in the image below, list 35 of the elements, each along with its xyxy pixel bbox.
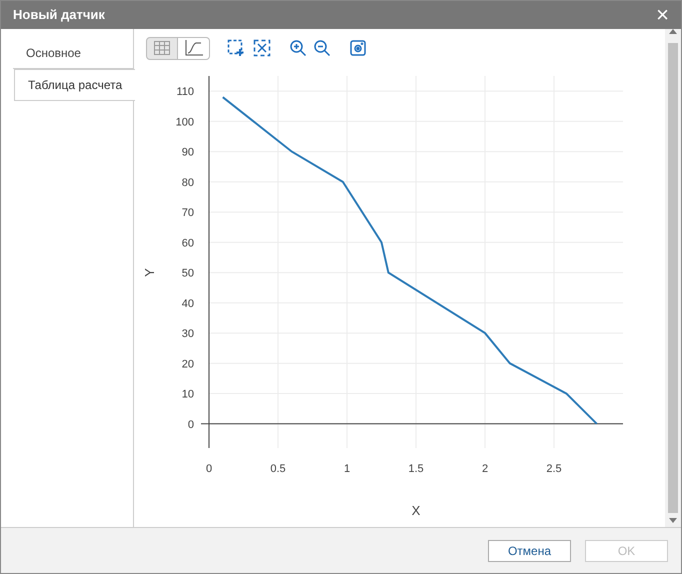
side-tab[interactable]: Таблица расчета	[14, 69, 135, 101]
close-button[interactable]: ×	[656, 4, 669, 26]
down-arrow-icon	[669, 518, 677, 522]
y-tick-label: 40	[182, 298, 194, 310]
x-tick-label: 2.5	[546, 463, 562, 475]
x-tick-label: 0	[206, 463, 212, 475]
zoom-in-icon[interactable]	[288, 38, 308, 58]
x-tick-label: 2	[482, 463, 488, 475]
scroll-thumb[interactable]	[668, 43, 678, 513]
x-axis-title: X	[412, 503, 420, 518]
cancel-button[interactable]: Отмена	[488, 540, 571, 562]
scrollbar[interactable]	[665, 29, 681, 527]
y-tick-label: 10	[182, 388, 194, 401]
x-tick-label: 1	[344, 463, 350, 475]
y-axis-title: Y	[142, 268, 157, 277]
y-tick-label: 60	[182, 237, 194, 250]
y-tick-label: 100	[176, 116, 194, 128]
autoscale-icon[interactable]	[252, 38, 272, 58]
camera-icon[interactable]	[348, 38, 368, 58]
y-tick-label: 110	[176, 86, 194, 98]
box-select-icon[interactable]	[226, 38, 246, 58]
y-tick-label: 90	[182, 146, 194, 159]
x-tick-label: 0.5	[270, 463, 286, 475]
window-title: Новый датчик	[13, 6, 105, 24]
zoom-out-icon[interactable]	[312, 38, 332, 58]
line-chart-icon	[184, 40, 202, 56]
y-tick-label: 70	[182, 207, 194, 220]
grid-icon	[154, 41, 170, 55]
y-tick-label: 20	[182, 358, 194, 370]
chart-view-button[interactable]	[178, 36, 210, 60]
y-tick-label: 80	[182, 176, 194, 189]
y-tick-label: 0	[188, 418, 194, 431]
y-tick-label: 50	[182, 268, 194, 280]
y-tick-label: 30	[182, 328, 194, 340]
x-tick-label: 1.5	[408, 463, 424, 475]
